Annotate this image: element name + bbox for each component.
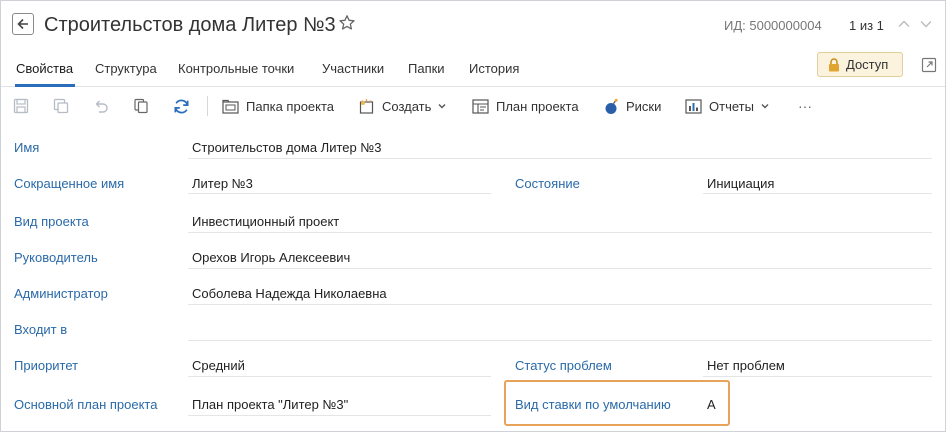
field-underline <box>188 415 491 416</box>
back-button[interactable] <box>12 13 34 35</box>
lock-icon <box>829 57 839 71</box>
header: Строительстов дома Литер №3 ИД: 50000000… <box>1 1 945 49</box>
save-button[interactable] <box>12 97 30 115</box>
field-value-manager[interactable]: Орехов Игорь Алексеевич <box>192 250 350 265</box>
field-value-short-name[interactable]: Литер №3 <box>192 176 253 191</box>
tab-properties[interactable]: Свойства <box>16 61 73 76</box>
undo-icon <box>95 100 108 113</box>
field-label-state: Состояние <box>515 176 580 191</box>
copy-icon <box>134 98 148 114</box>
save-as-icon <box>53 98 69 114</box>
save-icon <box>13 98 29 114</box>
refresh-icon <box>173 99 189 113</box>
field-value-baseline[interactable]: План проекта "Литер №3" <box>192 397 348 412</box>
field-value-admin[interactable]: Соболева Надежда Николаевна <box>192 286 387 301</box>
chevron-down-icon[interactable] <box>919 17 933 31</box>
open-external-icon[interactable] <box>921 57 937 73</box>
field-underline <box>703 376 932 377</box>
field-underline <box>188 268 932 269</box>
field-value-project-type[interactable]: Инвестиционный проект <box>192 214 339 229</box>
field-underline <box>188 376 491 377</box>
field-label-short-name: Сокращенное имя <box>14 176 125 191</box>
chevron-down-icon <box>438 104 446 109</box>
chevron-up-icon[interactable] <box>897 17 911 31</box>
more-button[interactable]: ··· <box>798 97 812 115</box>
tab-participants[interactable]: Участники <box>322 61 384 76</box>
project-card-window: Строительстов дома Литер №3 ИД: 50000000… <box>0 0 946 432</box>
project-folder-button[interactable]: Папка проекта <box>222 97 334 115</box>
tab-bar: Свойства Структура Контрольные точки Уча… <box>1 49 945 87</box>
arrow-left-icon <box>17 18 28 30</box>
field-label-manager: Руководитель <box>14 250 98 265</box>
field-label-baseline: Основной план проекта <box>14 397 158 412</box>
reports-label: Отчеты <box>709 98 754 114</box>
star-icon[interactable] <box>338 14 356 32</box>
project-folder-label: Папка проекта <box>246 98 335 114</box>
record-id: ИД: 5000000004 <box>724 18 822 33</box>
create-icon <box>359 98 374 114</box>
folder-icon <box>222 99 239 114</box>
toolbar-separator <box>207 96 208 116</box>
active-tab-indicator <box>15 84 75 87</box>
bomb-icon <box>605 98 618 114</box>
report-chart-icon <box>685 98 702 114</box>
field-label-admin: Администратор <box>14 286 108 301</box>
toolbar: Папка проекта Создать План проекта Риски… <box>1 88 945 124</box>
field-underline <box>188 193 491 194</box>
field-underline <box>703 193 932 194</box>
undo-button[interactable] <box>92 97 110 115</box>
field-value-problem-status[interactable]: Нет проблем <box>707 358 785 373</box>
create-label: Создать <box>382 98 432 114</box>
copy-button[interactable] <box>132 97 150 115</box>
field-value-state[interactable]: Инициация <box>707 176 774 191</box>
field-underline <box>188 232 932 233</box>
tab-folders[interactable]: Папки <box>408 61 445 76</box>
save-close-button[interactable] <box>52 97 70 115</box>
chevron-down-icon <box>761 104 769 109</box>
field-label-project-type: Вид проекта <box>14 214 89 229</box>
field-label-problem-status: Статус проблем <box>515 358 612 373</box>
project-plan-button[interactable]: План проекта <box>472 97 579 115</box>
project-plan-label: План проекта <box>496 98 579 114</box>
field-underline <box>188 340 932 341</box>
create-button[interactable]: Создать <box>358 97 447 115</box>
field-label-parent: Входит в <box>14 322 68 337</box>
field-underline <box>188 304 932 305</box>
risks-label: Риски <box>626 98 662 114</box>
field-underline <box>188 158 932 159</box>
tab-milestones[interactable]: Контрольные точки <box>178 61 294 76</box>
tab-history[interactable]: История <box>469 61 519 76</box>
field-value-name[interactable]: Строительстов дома Литер №3 <box>192 140 382 155</box>
field-value-priority[interactable]: Средний <box>192 358 245 373</box>
page-title: Строительстов дома Литер №3 <box>44 14 336 36</box>
plan-icon <box>472 98 489 114</box>
risks-button[interactable]: Риски <box>604 97 661 115</box>
access-button[interactable]: Доступ <box>817 52 903 77</box>
reports-button[interactable]: Отчеты <box>685 97 770 115</box>
tab-structure[interactable]: Структура <box>95 61 157 76</box>
field-label-name: Имя <box>14 140 40 155</box>
field-label-priority: Приоритет <box>14 358 79 373</box>
highlight-frame <box>504 380 730 426</box>
refresh-button[interactable] <box>172 97 190 115</box>
pager: 1 из 1 <box>849 18 884 33</box>
access-button-label: Доступ <box>846 57 889 72</box>
